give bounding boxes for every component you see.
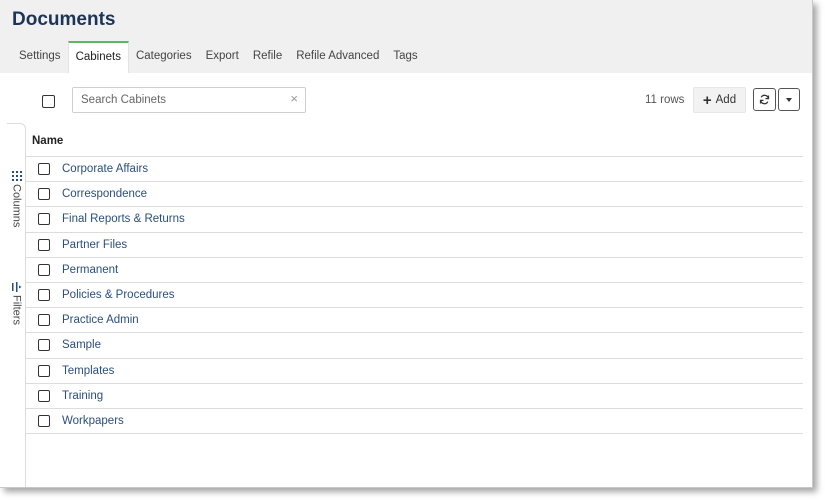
plus-icon: + [702,91,712,109]
table-toolbar: × 11 rows + Add [0,73,812,125]
filters-label: Filters [10,295,23,325]
row-label[interactable]: Templates [62,365,114,377]
table-row[interactable]: Workpapers [26,409,803,435]
row-checkbox[interactable] [38,163,50,175]
refresh-icon [759,94,770,105]
tab-tags[interactable]: Tags [386,41,424,73]
row-label[interactable]: Policies & Procedures [62,289,175,301]
tab-cabinets[interactable]: Cabinets [67,41,129,73]
table-row[interactable]: Policies & Procedures [26,283,803,309]
add-button[interactable]: + Add [693,87,746,113]
row-checkbox[interactable] [38,188,50,201]
columns-grid-icon [11,171,22,181]
row-checkbox[interactable] [38,213,50,226]
tab-settings[interactable]: Settings [12,41,68,73]
clear-icon[interactable]: × [290,91,298,106]
row-checkbox[interactable] [38,364,50,377]
table-row[interactable]: Corporate Affairs [26,157,803,183]
column-header-name[interactable]: Name [26,126,803,157]
row-checkbox[interactable] [38,314,50,327]
tab-categories[interactable]: Categories [129,41,199,73]
table-row[interactable]: Sample [26,333,803,359]
row-label[interactable]: Corporate Affairs [62,163,148,175]
row-checkbox[interactable] [38,238,50,251]
search-input[interactable] [74,89,274,111]
tab-export[interactable]: Export [199,41,246,73]
row-label[interactable]: Practice Admin [62,314,139,326]
row-label[interactable]: Partner Files [62,239,127,251]
row-checkbox[interactable] [38,414,50,427]
filter-icon [11,282,21,292]
table-row[interactable]: Correspondence [26,182,803,208]
columns-tool-tab[interactable]: Columns [7,171,26,227]
row-checkbox[interactable] [38,339,50,352]
row-checkbox[interactable] [38,288,50,301]
side-panel: Columns Filters [7,123,26,487]
select-all-checkbox[interactable] [42,95,55,108]
table-row[interactable]: Permanent [26,258,803,283]
row-label[interactable]: Permanent [62,264,118,276]
table-row[interactable]: Practice Admin [26,308,803,334]
options-dropdown-button[interactable] [778,88,800,111]
tab-refile[interactable]: Refile [246,41,289,73]
row-checkbox[interactable] [38,263,50,276]
row-label[interactable]: Correspondence [62,188,147,200]
refresh-button[interactable] [753,88,776,111]
rows-count: 11 rows [645,94,685,106]
row-checkbox[interactable] [38,389,50,402]
table-row[interactable]: Partner Files [26,233,803,258]
table-row[interactable]: Final Reports & Returns [26,207,803,233]
row-label[interactable]: Training [62,390,103,402]
columns-label: Columns [10,184,23,228]
documents-window: Documents Settings Cabinets Categories E… [0,0,813,488]
tab-refile-advanced[interactable]: Refile Advanced [289,41,386,73]
search-box: × [72,87,306,113]
tab-bar: Settings Cabinets Categories Export Refi… [12,41,425,73]
add-button-label: Add [715,94,737,106]
table-row[interactable]: Templates [26,359,803,384]
caret-down-icon [786,97,792,102]
cabinets-table: Name Corporate Affairs Correspondence Fi… [26,126,803,435]
row-label[interactable]: Sample [62,339,101,351]
row-label[interactable]: Workpapers [62,415,124,427]
filters-tool-tab[interactable]: Filters [7,282,26,325]
page-header: Documents Settings Cabinets Categories E… [0,0,812,73]
page-title: Documents [12,9,116,30]
row-label[interactable]: Final Reports & Returns [62,213,185,225]
table-row[interactable]: Training [26,384,803,409]
